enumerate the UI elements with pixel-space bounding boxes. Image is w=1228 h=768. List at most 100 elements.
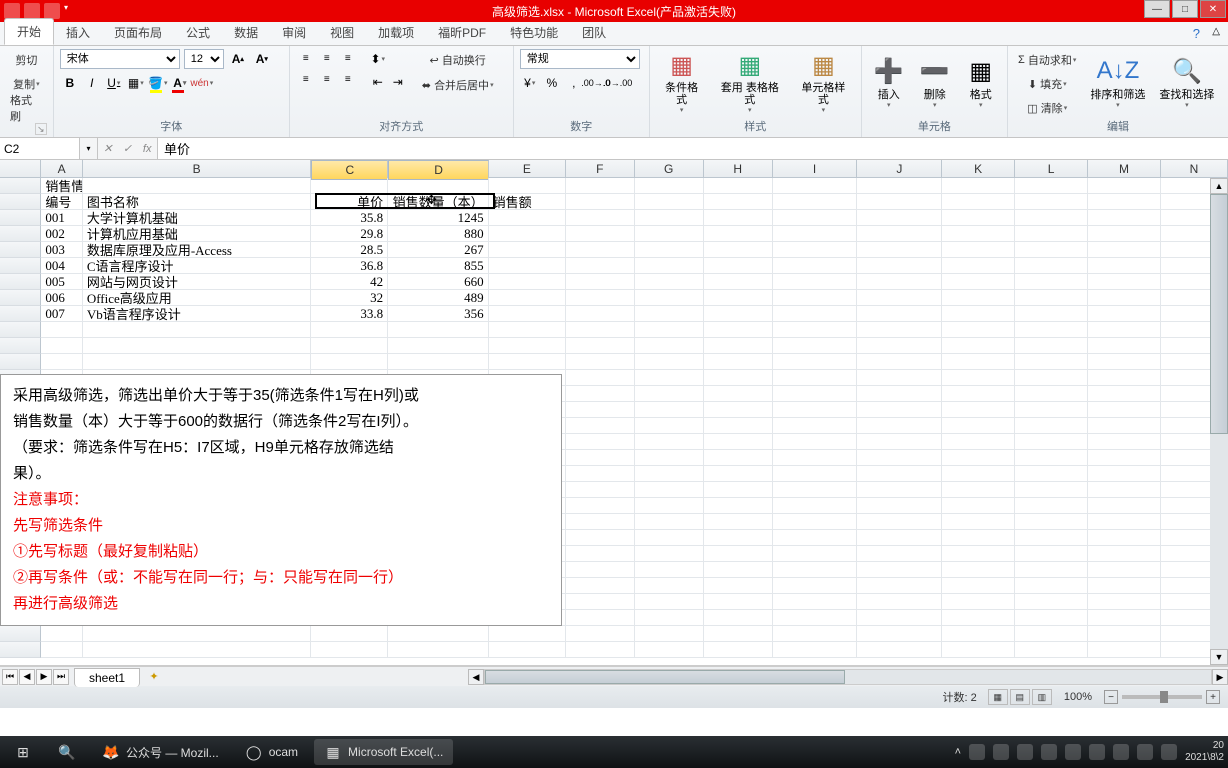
cell-F17[interactable] bbox=[566, 434, 635, 450]
cell-A6[interactable]: 004 bbox=[41, 258, 82, 274]
cell-E5[interactable] bbox=[489, 242, 566, 258]
cell-J30[interactable] bbox=[857, 642, 942, 658]
taskbar-item-1[interactable]: 🔍 bbox=[48, 739, 86, 765]
cell-L20[interactable] bbox=[1015, 482, 1088, 498]
cell-J12[interactable] bbox=[857, 354, 942, 370]
zoom-slider[interactable] bbox=[1122, 695, 1202, 699]
decrease-decimal-icon[interactable]: .0→.00 bbox=[608, 73, 628, 93]
row-header[interactable] bbox=[0, 290, 41, 306]
format-as-table-button[interactable]: ▦套用 表格格式▾ bbox=[712, 49, 789, 115]
cell-K10[interactable] bbox=[942, 322, 1015, 338]
cell-K4[interactable] bbox=[942, 226, 1015, 242]
hscroll-track[interactable] bbox=[484, 669, 1212, 685]
cell-styles-button[interactable]: ▦单元格样式▾ bbox=[792, 49, 855, 115]
cell-C6[interactable]: 36.8 bbox=[311, 258, 388, 274]
cell-M4[interactable] bbox=[1088, 226, 1161, 242]
find-select-button[interactable]: 🔍查找和选择▾ bbox=[1155, 49, 1218, 115]
cell-C5[interactable]: 28.5 bbox=[311, 242, 388, 258]
cell-F11[interactable] bbox=[566, 338, 635, 354]
cell-L25[interactable] bbox=[1015, 562, 1088, 578]
cell-I13[interactable] bbox=[773, 370, 858, 386]
cell-K18[interactable] bbox=[942, 450, 1015, 466]
cell-G8[interactable] bbox=[635, 290, 704, 306]
cell-K30[interactable] bbox=[942, 642, 1015, 658]
cell-M8[interactable] bbox=[1088, 290, 1161, 306]
cell-M15[interactable] bbox=[1088, 402, 1161, 418]
align-top-icon[interactable]: ≡ bbox=[296, 49, 316, 67]
cell-H16[interactable] bbox=[704, 418, 773, 434]
cell-K26[interactable] bbox=[942, 578, 1015, 594]
cell-K23[interactable] bbox=[942, 530, 1015, 546]
cell-A29[interactable] bbox=[41, 626, 82, 642]
fill-color-button[interactable]: 🪣 bbox=[148, 73, 168, 93]
cell-E29[interactable] bbox=[489, 626, 566, 642]
cell-H3[interactable] bbox=[704, 210, 773, 226]
hscroll-left-icon[interactable]: ◀ bbox=[468, 669, 484, 685]
cell-F22[interactable] bbox=[566, 514, 635, 530]
cell-G26[interactable] bbox=[635, 578, 704, 594]
cell-C3[interactable]: 35.8 bbox=[311, 210, 388, 226]
tray-icon[interactable] bbox=[993, 744, 1009, 760]
cell-K9[interactable] bbox=[942, 306, 1015, 322]
help-icon[interactable]: ? bbox=[1193, 26, 1200, 41]
cell-J22[interactable] bbox=[857, 514, 942, 530]
ribbon-tab-10[interactable]: 团队 bbox=[570, 20, 618, 45]
cell-M27[interactable] bbox=[1088, 594, 1161, 610]
cell-I10[interactable] bbox=[773, 322, 858, 338]
cell-H28[interactable] bbox=[704, 610, 773, 626]
scroll-down-icon[interactable]: ▼ bbox=[1210, 649, 1228, 665]
sort-filter-button[interactable]: A↓Z排序和筛选▾ bbox=[1086, 49, 1149, 115]
cell-G2[interactable] bbox=[635, 194, 704, 210]
cell-E12[interactable] bbox=[489, 354, 566, 370]
cell-C4[interactable]: 29.8 bbox=[311, 226, 388, 242]
worksheet-grid[interactable]: ABCDEFGHIJKLMN 销售情况统计表编号图书名称单价销售数量（本）销售额… bbox=[0, 160, 1228, 666]
taskbar-item-4[interactable]: ▦Microsoft Excel(... bbox=[314, 739, 453, 765]
ribbon-tab-4[interactable]: 数据 bbox=[222, 20, 270, 45]
ribbon-tab-7[interactable]: 加载项 bbox=[366, 20, 426, 45]
cell-M24[interactable] bbox=[1088, 546, 1161, 562]
cell-I14[interactable] bbox=[773, 386, 858, 402]
cell-J18[interactable] bbox=[857, 450, 942, 466]
cell-B7[interactable]: 网站与网页设计 bbox=[83, 274, 311, 290]
cell-G6[interactable] bbox=[635, 258, 704, 274]
cell-G21[interactable] bbox=[635, 498, 704, 514]
cell-H30[interactable] bbox=[704, 642, 773, 658]
cell-L21[interactable] bbox=[1015, 498, 1088, 514]
cell-J1[interactable] bbox=[857, 178, 942, 194]
cut-button[interactable]: 剪切 bbox=[6, 49, 47, 71]
cell-K11[interactable] bbox=[942, 338, 1015, 354]
cell-A9[interactable]: 007 bbox=[41, 306, 82, 322]
cell-G19[interactable] bbox=[635, 466, 704, 482]
tray-icon[interactable] bbox=[969, 744, 985, 760]
cell-H1[interactable] bbox=[704, 178, 773, 194]
cell-J27[interactable] bbox=[857, 594, 942, 610]
sheet-nav-last-icon[interactable]: ⏭ bbox=[53, 669, 69, 685]
cell-D2[interactable]: 销售数量（本） bbox=[388, 194, 489, 210]
tray-icon[interactable] bbox=[1041, 744, 1057, 760]
cell-A1[interactable]: 销售情况统计表 bbox=[41, 178, 82, 194]
cell-F29[interactable] bbox=[566, 626, 635, 642]
cell-F7[interactable] bbox=[566, 274, 635, 290]
cell-E7[interactable] bbox=[489, 274, 566, 290]
cell-K7[interactable] bbox=[942, 274, 1015, 290]
cell-J29[interactable] bbox=[857, 626, 942, 642]
cell-G25[interactable] bbox=[635, 562, 704, 578]
cell-F5[interactable] bbox=[566, 242, 635, 258]
cell-C30[interactable] bbox=[311, 642, 388, 658]
cell-L29[interactable] bbox=[1015, 626, 1088, 642]
cell-M22[interactable] bbox=[1088, 514, 1161, 530]
cell-H26[interactable] bbox=[704, 578, 773, 594]
cell-L28[interactable] bbox=[1015, 610, 1088, 626]
cell-G18[interactable] bbox=[635, 450, 704, 466]
cell-E11[interactable] bbox=[489, 338, 566, 354]
tray-icon[interactable] bbox=[1017, 744, 1033, 760]
cell-G23[interactable] bbox=[635, 530, 704, 546]
cell-L8[interactable] bbox=[1015, 290, 1088, 306]
cell-B10[interactable] bbox=[83, 322, 311, 338]
cell-C7[interactable]: 42 bbox=[311, 274, 388, 290]
taskbar-item-2[interactable]: 🦊公众号 — Mozil... bbox=[92, 739, 229, 765]
cell-D7[interactable]: 660 bbox=[388, 274, 489, 290]
formula-input[interactable]: 单价 bbox=[158, 138, 1228, 159]
cell-K21[interactable] bbox=[942, 498, 1015, 514]
cell-L18[interactable] bbox=[1015, 450, 1088, 466]
